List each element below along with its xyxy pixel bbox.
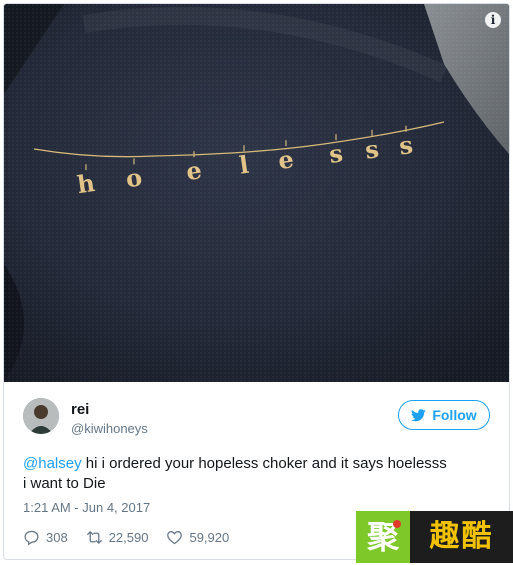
tweet-photo[interactable]: hoelesss i: [4, 4, 509, 382]
info-icon[interactable]: i: [485, 12, 501, 28]
retweet-action[interactable]: 22,590: [86, 529, 149, 546]
tweet-text-line1: hi i ordered your hopeless choker and it…: [81, 455, 447, 472]
user-handle[interactable]: @kiwihoneys: [71, 421, 148, 436]
mention-link[interactable]: @halsey: [23, 455, 82, 472]
watermark-dot: [393, 520, 401, 528]
tweet-card: hoelesss i rei @kiwihoneys Follow @halse…: [3, 3, 510, 560]
heart-icon: [167, 530, 183, 544]
like-action[interactable]: 59,920: [166, 529, 229, 546]
retweet-icon: [86, 530, 102, 544]
like-count: 59,920: [189, 529, 230, 545]
display-name[interactable]: rei: [71, 401, 89, 418]
reply-action[interactable]: 308: [23, 529, 68, 546]
tweet-text: @halsey hi i ordered your hopeless choke…: [23, 454, 493, 494]
tweet-header: rei @kiwihoneys Follow: [23, 396, 493, 440]
follow-label: Follow: [432, 407, 477, 423]
site-watermark-logo: 聚 趣酷: [356, 511, 513, 563]
tweet-timestamp[interactable]: 1:21 AM - Jun 4, 2017: [23, 500, 150, 515]
tweet-text-line2: i want to Die: [23, 475, 106, 492]
watermark-left: 聚: [356, 511, 410, 563]
retweet-count: 22,590: [108, 529, 149, 545]
follow-button[interactable]: Follow: [398, 400, 490, 430]
twitter-bird-icon: [411, 408, 427, 421]
necklace-photo: hoelesss: [4, 4, 509, 382]
tweet-actions: 308 22,590 59,920: [23, 527, 247, 547]
reply-count: 308: [46, 529, 68, 545]
avatar[interactable]: [23, 398, 59, 434]
reply-icon: [24, 530, 39, 545]
watermark-right-text: 趣酷: [410, 511, 513, 563]
